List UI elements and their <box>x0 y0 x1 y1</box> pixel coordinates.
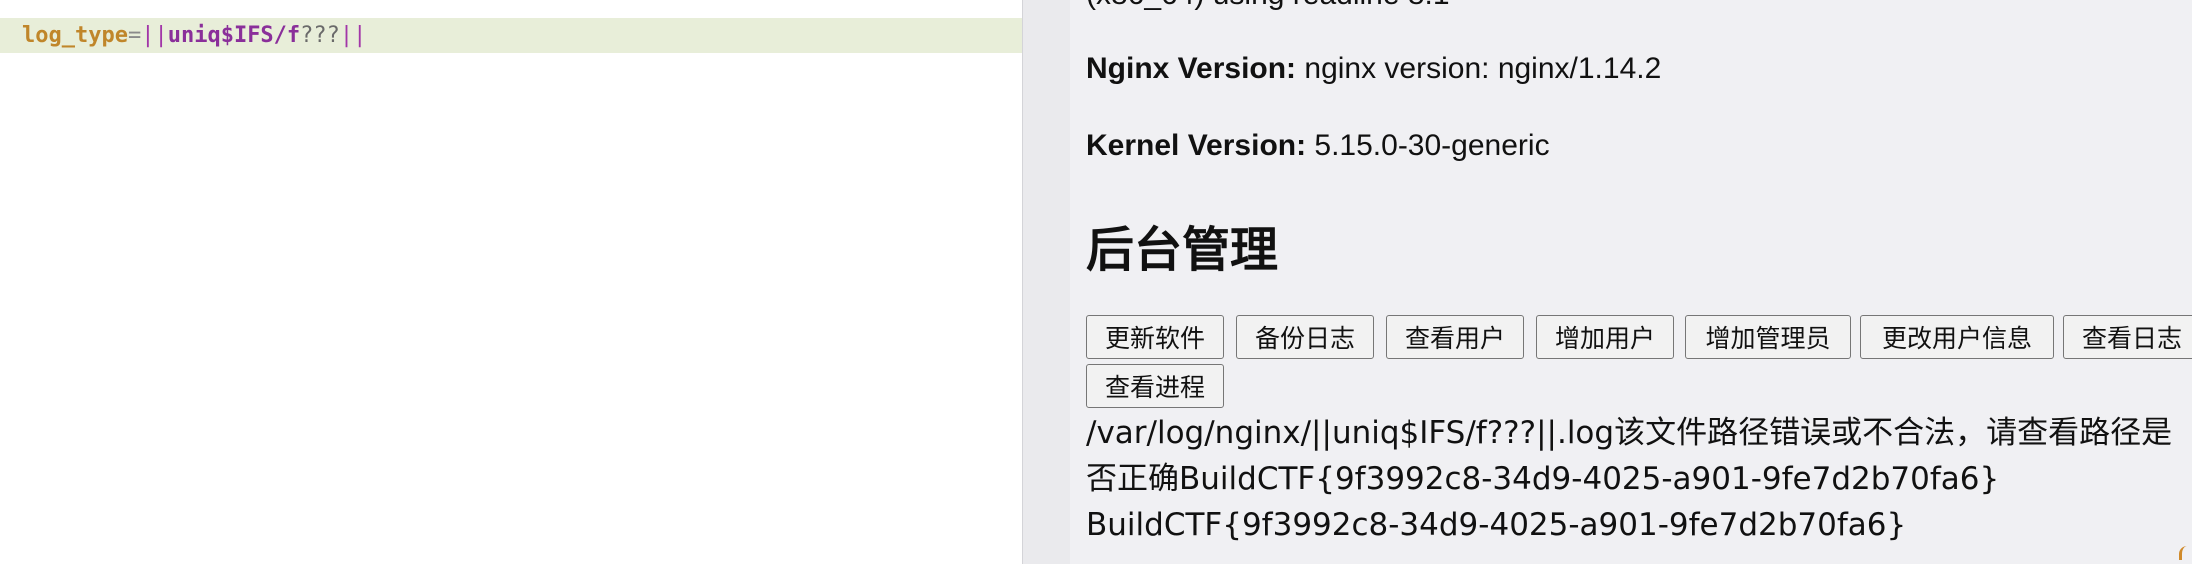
output-line: 否正确BuildCTF{9f3992c8-34d9-4025-a901-9fe7… <box>1086 461 2000 497</box>
update-software-button[interactable]: 更新软件 <box>1086 315 1224 359</box>
view-logs-button[interactable]: 查看日志 <box>2063 315 2192 359</box>
code-equals: = <box>127 23 142 48</box>
code-line[interactable]: log_type=||uniq$IFS/f???|| <box>22 21 366 51</box>
response-pane: (x86_64) using readline 8.1 Nginx Versio… <box>1070 0 2192 564</box>
nginx-version-label: Nginx Version: <box>1086 52 1297 85</box>
output-line: /var/log/nginx/||uniq$IFS/f???||.log该文件路… <box>1086 415 2173 451</box>
view-processes-button[interactable]: 查看进程 <box>1086 364 1224 408</box>
code-key: log_type <box>22 23 128 48</box>
command-output: /var/log/nginx/||uniq$IFS/f???||.log该文件路… <box>1086 410 2192 548</box>
editor-pane[interactable]: log_type=||uniq$IFS/f???|| <box>0 0 1050 564</box>
view-users-button[interactable]: 查看用户 <box>1386 315 1524 359</box>
nginx-version-value: nginx version: nginx/1.14.2 <box>1296 52 1662 85</box>
backup-logs-button[interactable]: 备份日志 <box>1236 315 1374 359</box>
code-wildcard: ??? <box>300 23 340 48</box>
kernel-version-value: 5.15.0-30-generic <box>1306 129 1550 162</box>
code-pipes-open: || <box>141 23 168 48</box>
nginx-version-line: Nginx Version: nginx version: nginx/1.14… <box>1086 52 1661 86</box>
code-command: uniq$IFS/f <box>167 23 301 48</box>
bash-version-line: (x86_64) using readline 8.1 <box>1086 0 1450 12</box>
corner-indicator <box>2179 546 2192 560</box>
add-admin-button[interactable]: 增加管理员 <box>1685 315 1851 359</box>
kernel-version-line: Kernel Version: 5.15.0-30-generic <box>1086 129 1550 163</box>
code-pipes-close: || <box>339 23 367 48</box>
pane-divider[interactable] <box>1022 0 1070 564</box>
add-user-button[interactable]: 增加用户 <box>1536 315 1674 359</box>
admin-title: 后台管理 <box>1086 222 1279 278</box>
edit-user-info-button[interactable]: 更改用户信息 <box>1860 315 2054 359</box>
kernel-version-label: Kernel Version: <box>1086 129 1307 162</box>
output-line: BuildCTF{9f3992c8-34d9-4025-a901-9fe7d2b… <box>1086 507 1907 543</box>
